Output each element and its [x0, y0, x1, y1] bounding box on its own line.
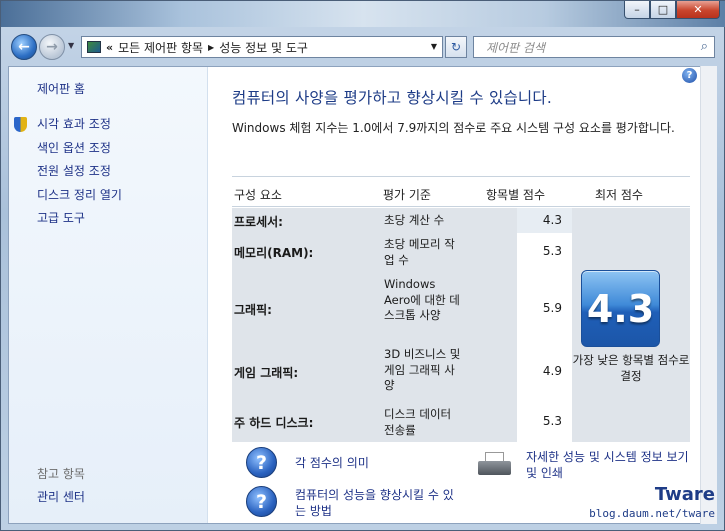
component-label: 메모리(RAM): [234, 246, 314, 260]
content-area: 제어판 홈 시각 효과 조정 색인 옵션 조정 전원 설정 조정 디스크 정리 … [8, 66, 717, 524]
page-title: 컴퓨터의 사양을 평가하고 향상시킬 수 있습니다. [232, 89, 552, 107]
search-placeholder: 제어판 검색 [486, 40, 546, 55]
watermark-brand: Tware [654, 484, 715, 505]
back-button[interactable]: ← [11, 34, 37, 60]
minimize-button[interactable]: – [624, 1, 650, 19]
address-bar[interactable]: « 모든 제어판 항목 ▶ 성능 정보 및 도구 ▼ [81, 36, 443, 58]
forward-button[interactable]: → [39, 34, 65, 60]
table-row: 메모리(RAM): 초당 메모리 작업 수 5.3 [232, 233, 572, 271]
sidebar-item-advanced-tools[interactable]: 고급 도구 [37, 210, 122, 234]
search-input[interactable]: 제어판 검색 ⌕ [473, 36, 715, 58]
vertical-scrollbar[interactable] [700, 66, 717, 524]
score-table-header: 구성 요소 평가 기준 항목별 점수 최저 점수 [232, 176, 690, 207]
recent-pages-dropdown-icon[interactable]: ▼ [68, 41, 74, 50]
header-component: 구성 요소 [234, 188, 282, 202]
print-details-link[interactable]: 자세한 성능 및 시스템 정보 보기 및 인쇄 [526, 449, 696, 481]
header-base-score: 최저 점수 [595, 188, 643, 202]
maximize-button[interactable]: □ [650, 1, 676, 19]
refresh-button[interactable]: ↻ [445, 36, 467, 58]
sidebar-item-action-center[interactable]: 관리 센터 [37, 488, 85, 505]
main-pane: 컴퓨터의 사양을 평가하고 향상시킬 수 있습니다. Windows 체험 지수… [209, 67, 699, 523]
sidebar-task-list: 시각 효과 조정 색인 옵션 조정 전원 설정 조정 디스크 정리 열기 고급 … [14, 116, 122, 234]
page-description: Windows 체험 지수는 1.0에서 7.9까지의 점수로 주요 시스템 구… [232, 121, 675, 135]
forward-arrow-icon: → [46, 39, 58, 55]
address-overflow-chevron[interactable]: « [106, 41, 113, 54]
component-label: 게임 그래픽: [234, 366, 299, 380]
table-row: 그래픽: Windows Aero에 대한 데스크톱 사양 5.9 [232, 271, 572, 341]
sidebar-item-disk-cleanup[interactable]: 디스크 정리 열기 [37, 187, 122, 211]
subscore-value: 4.3 [542, 213, 562, 227]
table-row: 프로세서: 초당 계산 수 4.3 [232, 208, 572, 233]
sidebar-item-power[interactable]: 전원 설정 조정 [37, 163, 122, 187]
breadcrumb-separator-icon[interactable]: ▶ [208, 43, 214, 52]
component-label: 그래픽: [234, 303, 272, 317]
header-criteria: 평가 기준 [383, 188, 431, 202]
sidebar-item-home[interactable]: 제어판 홈 [37, 80, 85, 97]
title-bar[interactable]: – □ ✕ [1, 1, 725, 27]
criteria-text: 초당 메모리 작업 수 [384, 237, 455, 267]
watermark: Tware blog.daum.net/tware [565, 484, 715, 520]
improve-performance-link[interactable]: 컴퓨터의 성능을 향상시킬 수 있는 방법 [295, 487, 460, 519]
table-row: 게임 그래픽: 3D 비즈니스 및 게임 그래픽 사양 4.9 [232, 341, 572, 402]
criteria-text: 초당 계산 수 [384, 213, 445, 227]
control-panel-icon [87, 41, 101, 53]
task-pane: 제어판 홈 시각 효과 조정 색인 옵션 조정 전원 설정 조정 디스크 정리 … [9, 67, 208, 523]
criteria-text: Windows Aero에 대한 데스크톱 사양 [384, 277, 460, 322]
sidebar-item-visual-effects[interactable]: 시각 효과 조정 [37, 116, 122, 140]
watermark-url: blog.daum.net/tware [589, 507, 715, 520]
header-subscore: 항목별 점수 [486, 188, 546, 202]
see-also-heading: 참고 항목 [37, 467, 85, 481]
component-label: 주 하드 디스크: [234, 416, 314, 430]
help-question-icon: ? [246, 486, 277, 517]
subscore-value: 4.9 [542, 364, 562, 378]
subscore-value: 5.9 [542, 301, 562, 315]
criteria-text: 3D 비즈니스 및 게임 그래픽 사양 [384, 347, 461, 392]
breadcrumb-all-items[interactable]: 모든 제어판 항목 [118, 39, 203, 56]
address-dropdown-icon[interactable]: ▼ [431, 42, 437, 51]
search-icon[interactable]: ⌕ [701, 39, 708, 54]
score-meaning-link[interactable]: 각 점수의 의미 [295, 455, 369, 471]
base-score-badge: 4.3 [581, 270, 660, 347]
caption-buttons: – □ ✕ [624, 1, 720, 19]
refresh-icon: ↻ [450, 40, 462, 54]
breadcrumb-performance[interactable]: 성능 정보 및 도구 [219, 39, 308, 56]
help-icon[interactable]: ? [682, 68, 697, 83]
close-button[interactable]: ✕ [676, 1, 720, 19]
navigation-bar: ← → ▼ « 모든 제어판 항목 ▶ 성능 정보 및 도구 ▼ ↻ 제어판 검… [1, 31, 725, 63]
shield-icon [14, 117, 27, 132]
component-label: 프로세서: [234, 215, 283, 229]
table-row: 주 하드 디스크: 디스크 데이터 전송률 5.3 [232, 402, 572, 442]
score-table: 프로세서: 초당 계산 수 4.3 메모리(RAM): 초당 메모리 작업 수 … [232, 208, 690, 442]
printer-icon [478, 452, 511, 476]
subscore-value: 5.3 [542, 244, 562, 258]
help-question-icon: ? [246, 447, 277, 478]
sidebar-item-indexing[interactable]: 색인 옵션 조정 [37, 140, 122, 164]
subscore-value: 5.3 [542, 414, 562, 428]
base-score-caption: 가장 낮은 항목별 점수로 결정 [572, 353, 690, 383]
back-arrow-icon: ← [18, 39, 30, 55]
criteria-text: 디스크 데이터 전송률 [384, 407, 452, 437]
